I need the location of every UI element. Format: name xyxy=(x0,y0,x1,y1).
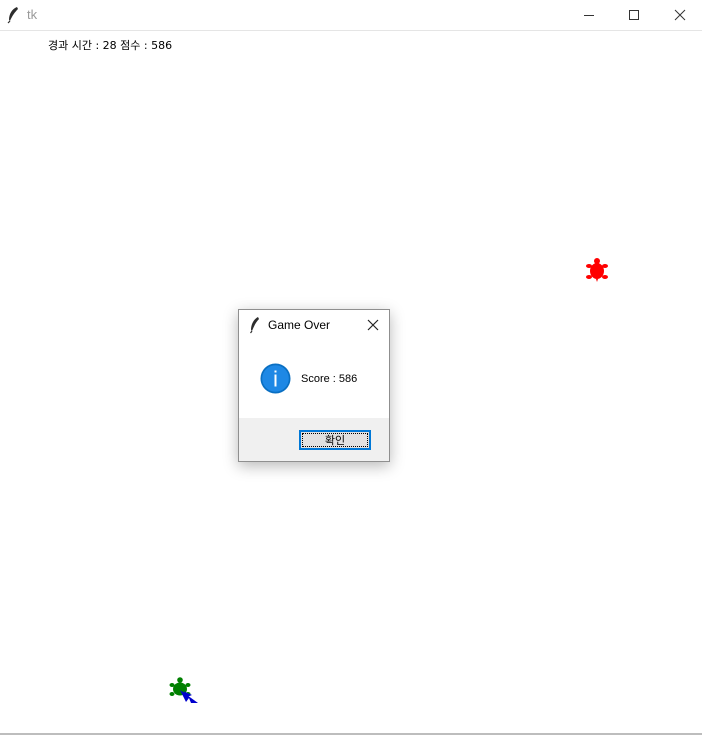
hud-elapsed-score: 경과 시간 : 28 점수 : 586 xyxy=(48,39,173,52)
dialog-close-button[interactable] xyxy=(363,315,383,335)
info-icon xyxy=(260,363,291,394)
enemy-turtle-icon xyxy=(585,257,609,287)
window-title: tk xyxy=(27,7,38,22)
feather-icon xyxy=(6,6,22,24)
feather-icon xyxy=(249,316,261,334)
ok-button[interactable]: 확인 xyxy=(299,430,371,450)
maximize-icon xyxy=(628,10,639,20)
close-icon xyxy=(674,9,685,21)
minimize-icon xyxy=(583,15,594,16)
dialog-title: Game Over xyxy=(268,318,331,332)
window-titlebar: tk xyxy=(0,0,702,31)
turtle-arrow-icon xyxy=(178,686,200,710)
close-button[interactable] xyxy=(657,0,702,30)
minimize-button[interactable] xyxy=(566,0,611,30)
dialog-footer: 확인 xyxy=(239,418,389,461)
dialog-message: Score : 586 xyxy=(301,373,358,385)
ok-button-label: 확인 xyxy=(324,434,346,447)
game-over-dialog: Game Over Score : 586 확인 xyxy=(238,309,390,462)
dialog-titlebar: Game Over xyxy=(239,310,389,340)
close-icon xyxy=(367,319,379,331)
maximize-button[interactable] xyxy=(611,0,656,30)
